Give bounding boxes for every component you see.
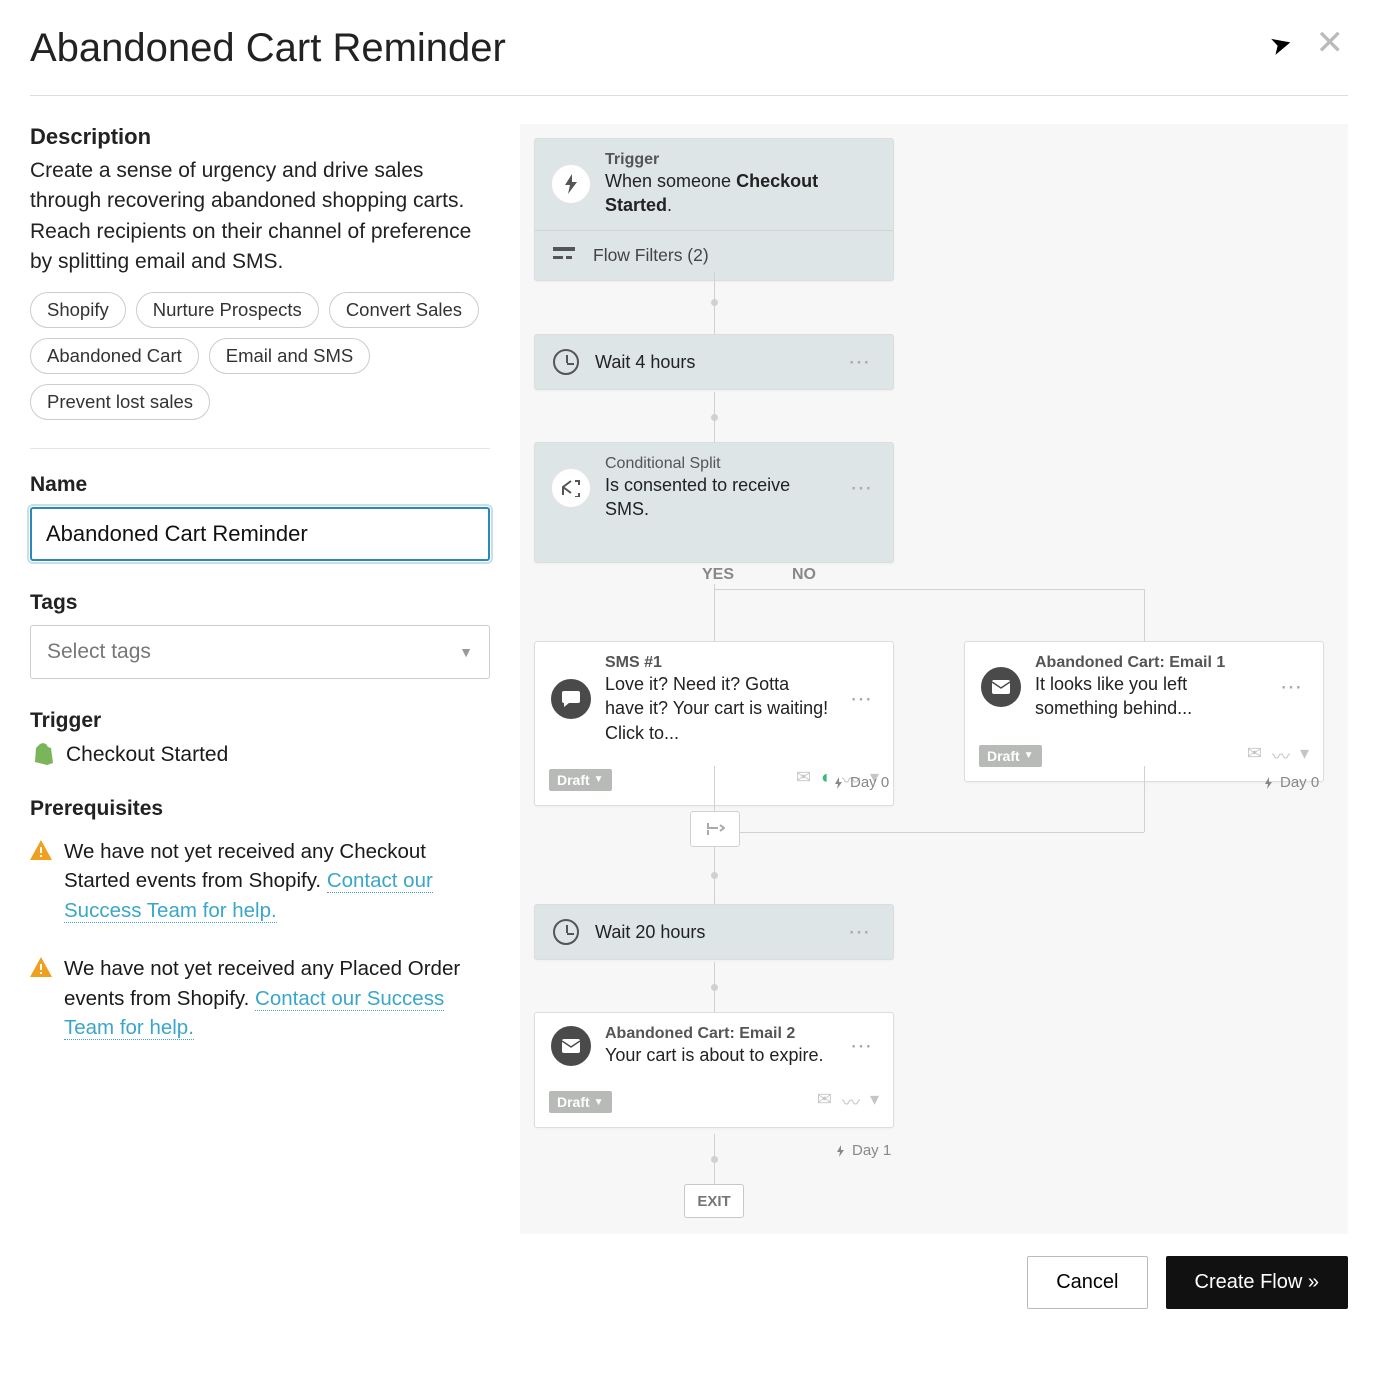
cond-head: Conditional Split xyxy=(605,455,832,473)
create-flow-button[interactable]: Create Flow » xyxy=(1166,1256,1349,1309)
merge-node xyxy=(690,811,740,847)
trigger-line: When someone Checkout Started. xyxy=(605,169,877,218)
name-label: Name xyxy=(30,473,490,497)
trend-icon: 〰 xyxy=(1272,743,1290,769)
category-tags: Shopify Nurture Prospects Convert Sales … xyxy=(30,292,490,420)
trigger-value: Checkout Started xyxy=(66,743,228,767)
node-menu-icon[interactable]: ⋯ xyxy=(846,475,877,501)
prerequisites-label: Prerequisites xyxy=(30,797,490,821)
prerequisite-item: We have not yet received any Checkout St… xyxy=(30,837,490,926)
node-menu-icon[interactable]: ⋯ xyxy=(846,686,877,712)
email2-head: Abandoned Cart: Email 2 xyxy=(605,1025,832,1043)
mail-icon xyxy=(551,1026,591,1066)
trend-icon: 〰 xyxy=(842,1089,860,1115)
funnel-icon: ▾ xyxy=(870,1089,879,1115)
conditional-split-node[interactable]: Conditional Split Is consented to receiv… xyxy=(534,442,894,563)
mail-icon: ✉ xyxy=(1247,743,1262,769)
cursor-icon: ➤ xyxy=(1267,27,1296,63)
draft-badge: Draft ▼ xyxy=(549,1091,612,1113)
mail-icon: ✉ xyxy=(796,767,811,793)
wait-node-2[interactable]: Wait 20 hours ⋯ xyxy=(534,904,894,960)
action-icon-strip: ✉ 〰 ▾ xyxy=(1247,743,1309,769)
flow-filters-text: Flow Filters (2) xyxy=(593,245,709,266)
trigger-node[interactable]: Trigger When someone Checkout Started. F… xyxy=(534,138,894,281)
moon-icon: ◐ xyxy=(821,767,832,793)
sms-body: Love it? Need it? Gotta have it? Your ca… xyxy=(605,672,832,745)
description-text: Create a sense of urgency and drive sale… xyxy=(30,156,490,278)
chevron-down-icon: ▼ xyxy=(459,644,473,660)
trigger-head: Trigger xyxy=(605,151,877,169)
clock-icon xyxy=(553,919,579,945)
node-menu-icon[interactable]: ⋯ xyxy=(844,349,875,375)
node-menu-icon[interactable]: ⋯ xyxy=(846,1033,877,1059)
warning-icon xyxy=(30,839,52,926)
email2-body: Your cart is about to expire. xyxy=(605,1043,832,1067)
node-menu-icon[interactable]: ⋯ xyxy=(1276,674,1307,700)
page-title: Abandoned Cart Reminder xyxy=(30,26,506,71)
day-label-0-right: Day 0 xyxy=(1264,774,1319,791)
tag-nurture: Nurture Prospects xyxy=(136,292,319,328)
day-label-0-left: Day 0 xyxy=(834,774,889,791)
trigger-label: Trigger xyxy=(30,709,490,733)
node-menu-icon[interactable]: ⋯ xyxy=(844,919,875,945)
close-icon[interactable]: ✕ xyxy=(1312,24,1349,62)
email2-node[interactable]: Abandoned Cart: Email 2 Your cart is abo… xyxy=(534,1012,894,1128)
tags-select[interactable]: Select tags ▼ xyxy=(30,625,490,679)
action-icon-strip: ✉ 〰 ▾ xyxy=(817,1089,879,1115)
tags-field-label: Tags xyxy=(30,591,490,615)
email1-body: It looks like you left something behind.… xyxy=(1035,672,1262,721)
message-icon xyxy=(551,679,591,719)
cancel-button[interactable]: Cancel xyxy=(1027,1256,1147,1309)
wait-node-1[interactable]: Wait 4 hours ⋯ xyxy=(534,334,894,390)
shopify-icon xyxy=(30,743,54,767)
warning-icon xyxy=(30,956,52,1043)
clock-icon xyxy=(553,349,579,375)
exit-node: EXIT xyxy=(684,1184,744,1218)
tag-emailsms: Email and SMS xyxy=(209,338,371,374)
funnel-icon: ▾ xyxy=(1300,743,1309,769)
filter-icon xyxy=(553,247,575,263)
tag-shopify: Shopify xyxy=(30,292,126,328)
description-label: Description xyxy=(30,124,490,150)
tag-convert: Convert Sales xyxy=(329,292,479,328)
email1-head: Abandoned Cart: Email 1 xyxy=(1035,654,1262,672)
tag-abandoned: Abandoned Cart xyxy=(30,338,199,374)
tag-prevent: Prevent lost sales xyxy=(30,384,210,420)
bolt-icon xyxy=(551,164,591,204)
tags-placeholder: Select tags xyxy=(47,640,151,664)
draft-badge: Draft ▼ xyxy=(979,745,1042,767)
day-label-1: Day 1 xyxy=(836,1142,891,1159)
sms-head: SMS #1 xyxy=(605,654,832,672)
email1-node[interactable]: Abandoned Cart: Email 1 It looks like yo… xyxy=(964,641,1324,782)
yes-label: YES xyxy=(698,566,738,584)
wait-text: Wait 20 hours xyxy=(595,920,828,944)
mail-icon xyxy=(981,667,1021,707)
header-divider xyxy=(30,95,1348,96)
draft-badge: Draft ▼ xyxy=(549,769,612,791)
mail-icon: ✉ xyxy=(817,1089,832,1115)
flow-preview-canvas: Trigger When someone Checkout Started. F… xyxy=(520,124,1348,1234)
name-input[interactable] xyxy=(30,507,490,561)
section-divider xyxy=(30,448,490,449)
prerequisite-item: We have not yet received any Placed Orde… xyxy=(30,954,490,1043)
wait-text: Wait 4 hours xyxy=(595,350,828,374)
no-label: NO xyxy=(788,566,820,584)
split-icon xyxy=(551,468,591,508)
cond-text: Is consented to receive SMS. xyxy=(605,473,832,522)
